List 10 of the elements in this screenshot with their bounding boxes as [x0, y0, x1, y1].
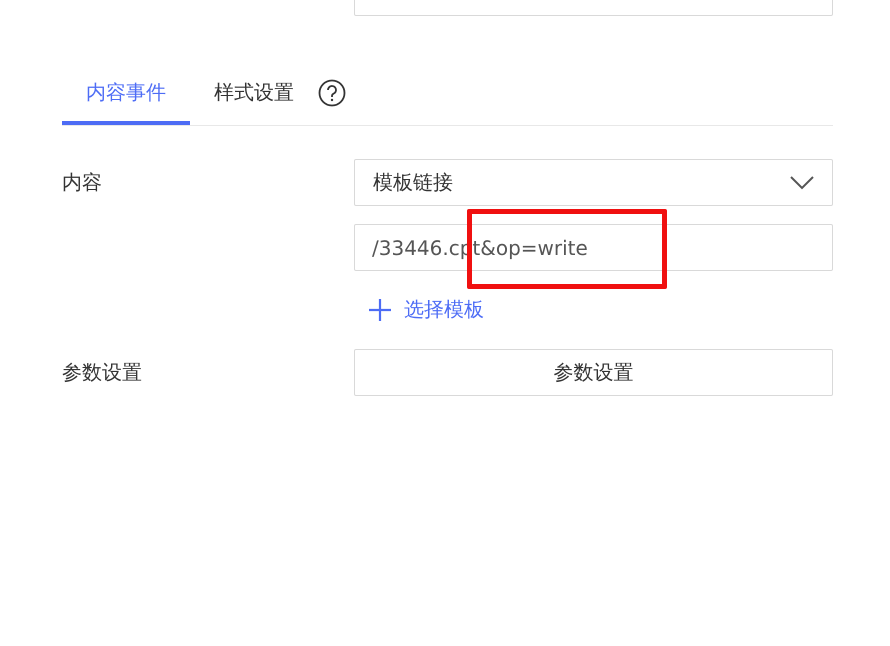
params-button[interactable]: 参数设置 [354, 349, 833, 396]
help-icon[interactable] [318, 78, 346, 106]
plus-icon [368, 298, 392, 322]
chevron-down-icon [790, 176, 814, 190]
select-template-link[interactable]: 选择模板 [368, 296, 484, 323]
tab[interactable]: 内容事件 [62, 60, 190, 125]
field-label: 内容 [62, 169, 103, 196]
field-label: 参数设置 [62, 359, 143, 386]
template-select[interactable]: 模板链接 [354, 159, 833, 206]
tab[interactable]: 样式设置 [190, 60, 318, 125]
